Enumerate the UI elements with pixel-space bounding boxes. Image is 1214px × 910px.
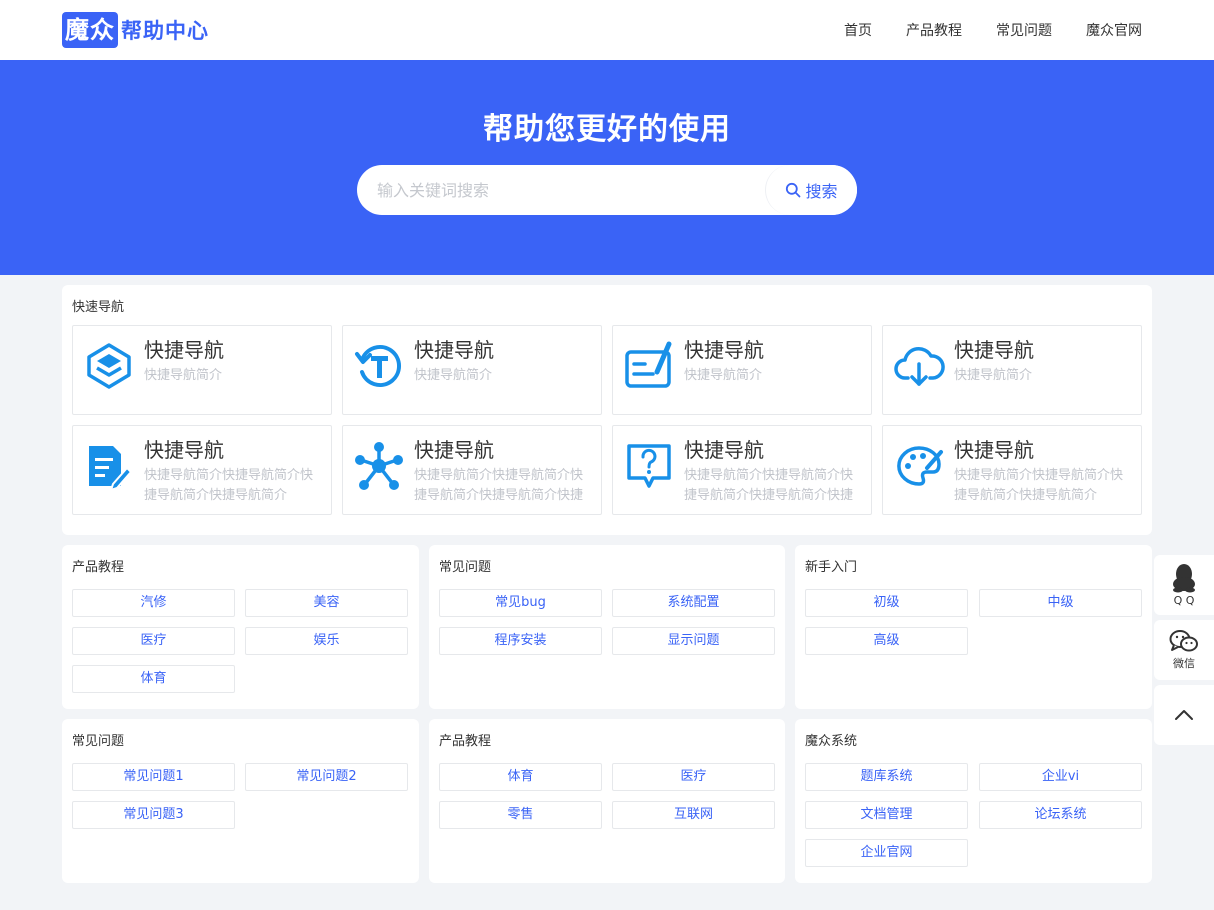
qq-icon	[1173, 564, 1195, 593]
search-button-label: 搜索	[805, 182, 838, 201]
quick-nav-desc: 快捷导航简介快捷导航简介快捷导航简介快捷导航简介快捷	[414, 468, 584, 503]
quick-nav-desc: 快捷导航简介	[684, 368, 763, 383]
document-edit-icon	[89, 446, 133, 492]
question-icon	[627, 444, 671, 488]
category-beginners: 新手入门 初级 中级 高级	[795, 545, 1152, 709]
nav-home[interactable]: 首页	[844, 20, 872, 40]
wechat-label: 微信	[1173, 656, 1195, 670]
category-title: 常见问题	[439, 560, 492, 575]
logo-text: 帮助中心	[121, 19, 209, 43]
tag-link[interactable]: 中级	[979, 589, 1142, 617]
logo[interactable]: 魔众 帮助中心	[62, 12, 209, 48]
nav-product-tutorials[interactable]: 产品教程	[906, 20, 962, 40]
category-title: 常见问题	[72, 734, 125, 749]
category-product-tutorials-2: 产品教程 体育 医疗 零售 互联网	[429, 719, 785, 883]
tag-link[interactable]: 体育	[439, 763, 602, 791]
molecule-icon	[355, 442, 403, 490]
tag-link[interactable]: 程序安装	[439, 627, 602, 655]
nav-faq[interactable]: 常见问题	[996, 20, 1052, 40]
quick-nav-title-text: 快捷导航	[144, 338, 224, 362]
tag-link[interactable]: 体育	[72, 665, 235, 693]
search-icon	[786, 182, 801, 198]
cloud-download-icon	[894, 347, 945, 386]
tag-link[interactable]: 娱乐	[245, 627, 408, 655]
nav-official-site[interactable]: 魔众官网	[1086, 20, 1142, 40]
category-product-tutorials: 产品教程 汽修 美容 医疗 娱乐 体育	[62, 545, 419, 709]
quick-nav-card[interactable]: 快捷导航 快捷导航简介	[72, 325, 332, 415]
hero-banner: 帮助您更好的使用 搜索	[0, 60, 1214, 275]
quick-nav-title-text: 快捷导航	[684, 438, 764, 462]
quick-nav-title-text: 快捷导航	[414, 438, 494, 462]
tag-link[interactable]: 企业vi	[979, 763, 1142, 791]
category-title: 魔众系统	[805, 734, 858, 749]
tag-link[interactable]: 高级	[805, 627, 968, 655]
quick-nav-desc: 快捷导航简介快捷导航简介快捷导航简介快捷导航简介	[144, 468, 314, 503]
quick-nav-card[interactable]: 快捷导航 快捷导航简介快捷导航简介快捷导航简介快捷导航简介快捷	[342, 425, 602, 515]
logo-mark: 魔众	[62, 12, 118, 48]
tag-link[interactable]: 常见问题2	[245, 763, 408, 791]
quick-nav-desc: 快捷导航简介快捷导航简介快捷导航简介快捷导航简介快捷	[684, 468, 854, 503]
tag-link[interactable]: 零售	[439, 801, 602, 829]
quick-nav-desc: 快捷导航简介	[954, 368, 1033, 383]
chevron-up-icon	[1175, 710, 1193, 720]
quick-nav-card[interactable]: 快捷导航 快捷导航简介快捷导航简介快捷导航简介快捷导航简介	[72, 425, 332, 515]
tag-link[interactable]: 医疗	[72, 627, 235, 655]
quick-nav-title-text: 快捷导航	[954, 338, 1034, 362]
layers-icon	[87, 343, 131, 389]
tag-link[interactable]: 医疗	[612, 763, 775, 791]
tag-link[interactable]: 常见问题1	[72, 763, 235, 791]
search-input[interactable]	[377, 165, 757, 215]
search-bar: 搜索	[357, 165, 857, 215]
quick-nav-card[interactable]: 快捷导航 快捷导航简介	[612, 325, 872, 415]
category-title: 产品教程	[439, 734, 492, 749]
quick-nav-desc: 快捷导航简介快捷导航简介快捷导航简介快捷导航简介	[954, 468, 1124, 503]
category-mozhong-systems: 魔众系统 题库系统 企业vi 文档管理 论坛系统 企业官网	[795, 719, 1152, 883]
tag-link[interactable]: 显示问题	[612, 627, 775, 655]
qq-label: Q Q	[1173, 594, 1195, 607]
edit-icon	[625, 341, 672, 388]
tag-link[interactable]: 初级	[805, 589, 968, 617]
category-title: 产品教程	[72, 560, 125, 575]
wechat-icon	[1169, 629, 1198, 651]
tag-link[interactable]: 美容	[245, 589, 408, 617]
qq-contact-button[interactable]: Q Q	[1154, 555, 1214, 615]
palette-icon	[897, 446, 943, 486]
category-title: 新手入门	[805, 560, 858, 575]
tag-link[interactable]: 题库系统	[805, 763, 968, 791]
tag-link[interactable]: 系统配置	[612, 589, 775, 617]
quick-nav-title: 快速导航	[72, 300, 125, 315]
header: 魔众 帮助中心 首页 产品教程 常见问题 魔众官网	[0, 0, 1214, 60]
quick-nav-desc: 快捷导航简介	[414, 368, 493, 383]
quick-nav-card[interactable]: 快捷导航 快捷导航简介快捷导航简介快捷导航简介快捷导航简介快捷	[612, 425, 872, 515]
wechat-contact-button[interactable]: 微信	[1154, 620, 1214, 680]
quick-nav-title-text: 快捷导航	[954, 438, 1034, 462]
main-nav: 首页 产品教程 常见问题 魔众官网	[810, 0, 1142, 60]
tag-link[interactable]: 汽修	[72, 589, 235, 617]
tag-link[interactable]: 常见问题3	[72, 801, 235, 829]
tag-link[interactable]: 常见bug	[439, 589, 602, 617]
tag-link[interactable]: 互联网	[612, 801, 775, 829]
quick-nav-card[interactable]: 快捷导航 快捷导航简介快捷导航简介快捷导航简介快捷导航简介	[882, 425, 1142, 515]
tag-link[interactable]: 文档管理	[805, 801, 968, 829]
tag-link[interactable]: 论坛系统	[979, 801, 1142, 829]
back-to-top-button[interactable]	[1154, 685, 1214, 745]
category-faq: 常见问题 常见bug 系统配置 程序安装 显示问题	[429, 545, 785, 709]
search-button[interactable]: 搜索	[765, 165, 857, 215]
quick-nav-title-text: 快捷导航	[144, 438, 224, 462]
quick-nav-section: 快速导航 快捷导航 快捷导航简介 快捷导航 快捷导航简介 快捷导航 快捷导航简介	[62, 285, 1152, 535]
quick-nav-card[interactable]: 快捷导航 快捷导航简介	[342, 325, 602, 415]
banner-title: 帮助您更好的使用	[483, 112, 731, 147]
category-faq-2: 常见问题 常见问题1 常见问题2 常见问题3	[62, 719, 419, 883]
quick-nav-title-text: 快捷导航	[684, 338, 764, 362]
quick-nav-title-text: 快捷导航	[414, 338, 494, 362]
tag-link[interactable]: 企业官网	[805, 839, 968, 867]
quick-nav-desc: 快捷导航简介	[144, 368, 223, 383]
refresh-icon	[355, 345, 402, 387]
quick-nav-card[interactable]: 快捷导航 快捷导航简介	[882, 325, 1142, 415]
